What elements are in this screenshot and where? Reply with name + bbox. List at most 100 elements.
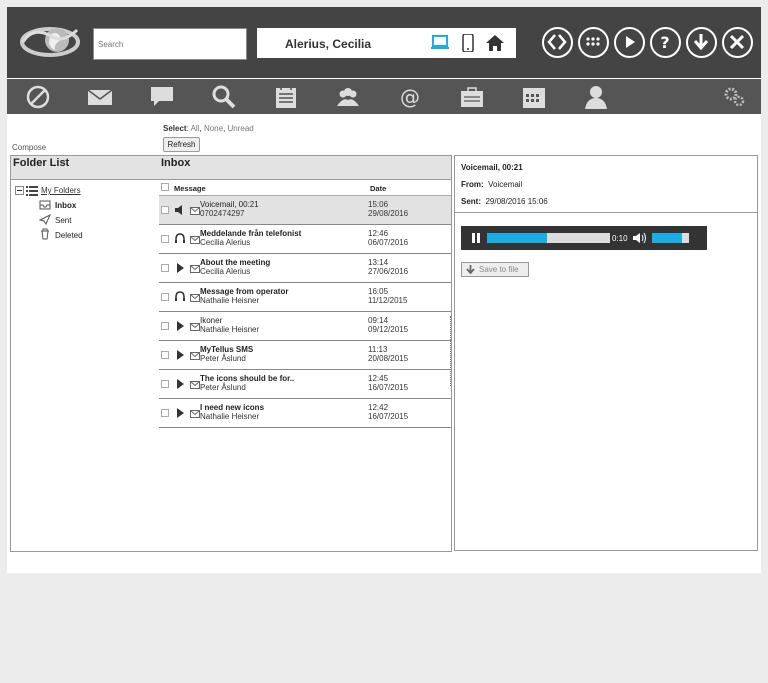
envelope-icon bbox=[190, 352, 200, 360]
play-icon[interactable] bbox=[174, 262, 186, 274]
seek-bar[interactable] bbox=[487, 233, 610, 243]
message-time: 12:45 bbox=[368, 374, 389, 383]
message-date: 11/12/2015 bbox=[368, 296, 408, 305]
play-icon[interactable] bbox=[174, 378, 186, 390]
search-icon[interactable] bbox=[211, 84, 237, 110]
calendar-icon[interactable] bbox=[521, 84, 547, 110]
user-box: Alerius, Cecilia bbox=[257, 28, 516, 58]
select-unread-link[interactable]: Unread bbox=[228, 124, 254, 133]
message-row[interactable]: Voicemail, 00:21 0702474297 15:06 29/08/201… bbox=[159, 196, 451, 225]
message-time: 16:05 bbox=[368, 287, 389, 296]
message-time: 11:13 bbox=[368, 345, 388, 354]
message-date: 20/08/2015 bbox=[368, 354, 409, 363]
calendar-list-icon[interactable] bbox=[273, 84, 299, 110]
message-row[interactable]: MyTellus SMS Peter Åslund 11:13 20/08/2015 bbox=[159, 341, 451, 370]
apps-grid-button[interactable] bbox=[578, 27, 609, 58]
message-subject: Ikoner bbox=[200, 316, 223, 325]
refresh-button[interactable]: Refresh bbox=[163, 137, 200, 152]
block-icon[interactable] bbox=[25, 84, 51, 110]
message-row[interactable]: The icons should be for.. Peter Åslund 12:… bbox=[159, 370, 451, 399]
folder-item-inbox[interactable]: Inbox bbox=[55, 201, 76, 210]
briefcase-icon[interactable] bbox=[459, 84, 485, 110]
message-row[interactable]: About the meeting Cecilia Alerius 13:14 27/… bbox=[159, 254, 451, 283]
message-sender: Peter Åslund bbox=[200, 354, 246, 363]
inbox-panel: Inbox Message Date Voicemail, 00:21 07024… bbox=[159, 155, 452, 552]
play-icon[interactable] bbox=[174, 320, 186, 332]
message-subject: MyTellus SMS bbox=[200, 345, 254, 354]
column-date[interactable]: Date bbox=[370, 184, 386, 193]
message-sender: Peter Åslund bbox=[200, 383, 246, 392]
envelope-icon bbox=[190, 294, 200, 302]
group-icon[interactable] bbox=[335, 84, 361, 110]
volume-level bbox=[652, 233, 682, 243]
player-time: 0:10 bbox=[612, 234, 628, 243]
message-row[interactable]: I need new icons Nathalie Heisner 12:42 16/… bbox=[159, 399, 451, 428]
download-arrow-icon bbox=[466, 265, 475, 275]
headset-icon[interactable] bbox=[174, 233, 186, 245]
download-button[interactable] bbox=[686, 27, 717, 58]
save-to-file-button[interactable]: Save to file bbox=[461, 262, 529, 277]
from-label: From: bbox=[461, 180, 484, 189]
select-none-link[interactable]: None bbox=[204, 124, 223, 133]
at-icon[interactable]: @ bbox=[397, 84, 423, 110]
message-time: 12:46 bbox=[368, 229, 389, 238]
back-nav-button[interactable] bbox=[542, 27, 573, 58]
select-all-link[interactable]: All bbox=[191, 124, 200, 133]
column-message[interactable]: Message bbox=[174, 184, 206, 193]
sent-label: Sent: bbox=[461, 197, 481, 206]
volume-slider[interactable] bbox=[652, 233, 689, 243]
message-subject: I need new icons bbox=[200, 403, 265, 412]
search-input[interactable] bbox=[93, 28, 247, 60]
collapse-icon[interactable] bbox=[15, 186, 24, 195]
mobile-icon[interactable] bbox=[458, 33, 478, 53]
row-checkbox[interactable] bbox=[161, 380, 169, 388]
message-time: 13:14 bbox=[368, 258, 389, 267]
message-row[interactable]: Message from operator Nathalie Heisner 16:… bbox=[159, 283, 451, 312]
chat-icon[interactable] bbox=[149, 84, 175, 110]
message-time: 09:14 bbox=[368, 316, 389, 325]
play-icon[interactable] bbox=[174, 407, 186, 419]
user-icon[interactable] bbox=[583, 84, 609, 110]
select-row: Select: All, None, Unread bbox=[163, 124, 254, 133]
volume-icon[interactable] bbox=[632, 232, 648, 244]
from-value: Voicemail bbox=[488, 180, 523, 189]
row-checkbox[interactable] bbox=[161, 293, 169, 301]
inbox-title: Inbox bbox=[159, 156, 451, 180]
folder-list-title: Folder List bbox=[11, 156, 159, 180]
svg-text:?: ? bbox=[660, 33, 669, 52]
select-all-checkbox[interactable] bbox=[161, 183, 169, 191]
folder-item-deleted[interactable]: Deleted bbox=[55, 231, 83, 240]
message-row[interactable]: Meddelande från telefonist Cecilia Aleriu… bbox=[159, 225, 451, 254]
row-checkbox[interactable] bbox=[161, 322, 169, 330]
folder-item-sent[interactable]: Sent bbox=[55, 216, 71, 225]
folder-root-my-folders[interactable]: My Folders bbox=[41, 186, 81, 195]
play-button[interactable] bbox=[614, 27, 645, 58]
home-icon[interactable] bbox=[485, 34, 505, 52]
message-subject: The icons should be for.. bbox=[200, 374, 295, 383]
row-checkbox[interactable] bbox=[161, 351, 169, 359]
preview-divider bbox=[455, 212, 757, 213]
pause-icon[interactable] bbox=[470, 232, 482, 244]
message-sender: 0702474297 bbox=[200, 209, 245, 218]
headset-icon[interactable] bbox=[174, 291, 186, 303]
row-checkbox[interactable] bbox=[161, 409, 169, 417]
mail-icon[interactable] bbox=[87, 84, 113, 110]
seek-progress bbox=[487, 233, 548, 243]
settings-gears-icon[interactable] bbox=[721, 84, 747, 110]
message-date: 16/07/2015 bbox=[368, 383, 409, 392]
row-checkbox[interactable] bbox=[161, 235, 169, 243]
desktop-icon[interactable] bbox=[430, 34, 450, 52]
message-sender: Nathalie Heisner bbox=[200, 325, 260, 334]
row-checkbox[interactable] bbox=[161, 206, 169, 214]
audio-player: 0:10 bbox=[461, 226, 707, 250]
app-window: Alerius, Cecilia ? bbox=[7, 7, 761, 573]
help-button[interactable]: ? bbox=[650, 27, 681, 58]
splitter-handle[interactable] bbox=[450, 316, 451, 386]
close-button[interactable] bbox=[722, 27, 753, 58]
message-subject: About the meeting bbox=[200, 258, 271, 267]
speaker-icon[interactable] bbox=[174, 204, 186, 216]
row-checkbox[interactable] bbox=[161, 264, 169, 272]
play-icon[interactable] bbox=[174, 349, 186, 361]
compose-link[interactable]: Compose bbox=[12, 143, 46, 152]
message-row[interactable]: Ikoner Nathalie Heisner 09:14 09/12/2015 bbox=[159, 312, 451, 341]
